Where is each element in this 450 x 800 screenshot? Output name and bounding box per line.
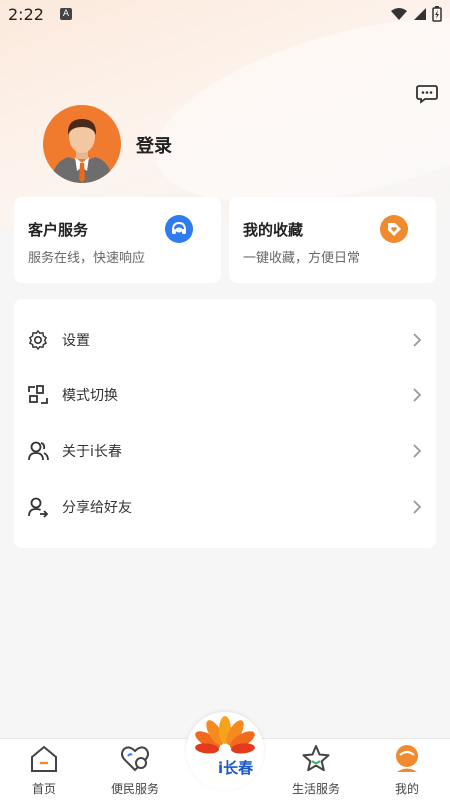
- star-icon: [302, 745, 330, 772]
- tag-heart-icon: [380, 215, 408, 243]
- nav-label: 生活服务: [291, 782, 340, 796]
- people-icon: [28, 441, 49, 461]
- settings-menu: 设置 模式切换 关于i长春 分享给好友: [14, 299, 436, 548]
- center-brand-button[interactable]: [186, 712, 264, 790]
- battery-icon: [432, 6, 442, 22]
- menu-label: 关于i长春: [62, 444, 122, 460]
- card-title: 我的收藏: [243, 221, 304, 239]
- wifi-icon: [391, 8, 407, 20]
- profile-icon: [396, 745, 418, 772]
- nav-mine[interactable]: 我的: [367, 739, 447, 800]
- menu-item-about[interactable]: 关于i长春: [14, 431, 436, 471]
- favorites-card[interactable]: 我的收藏 一键收藏，方便日常: [229, 197, 436, 283]
- card-subtitle: 一键收藏，方便日常: [243, 251, 361, 266]
- login-link[interactable]: 登录: [136, 132, 172, 158]
- flower-logo-icon: [195, 716, 255, 754]
- nav-convenience[interactable]: 便民服务: [95, 739, 175, 800]
- nav-label: 我的: [394, 782, 419, 796]
- menu-label: 模式切换: [62, 388, 118, 404]
- nav-label: 首页: [31, 782, 56, 796]
- chevron-right-icon: [413, 333, 422, 347]
- status-icons: [390, 6, 442, 22]
- center-brand-label: i长春: [218, 759, 254, 777]
- menu-item-settings[interactable]: 设置: [14, 320, 436, 360]
- customer-service-card[interactable]: 客户服务 服务在线，快速响应: [14, 197, 221, 283]
- mode-switch-icon: [28, 385, 48, 404]
- menu-item-share[interactable]: 分享给好友: [14, 487, 436, 527]
- avatar[interactable]: [43, 105, 121, 183]
- share-user-icon: [28, 497, 49, 518]
- menu-item-mode-switch[interactable]: 模式切换: [14, 375, 436, 415]
- card-title: 客户服务: [28, 221, 89, 239]
- status-bar: 2:22 A: [0, 0, 450, 28]
- status-time: 2:22: [8, 4, 44, 24]
- nav-life-services[interactable]: 生活服务: [276, 739, 356, 800]
- card-subtitle: 服务在线，快速响应: [28, 251, 146, 266]
- headset-icon: [165, 215, 193, 243]
- message-button[interactable]: [416, 84, 438, 104]
- message-icon: [416, 85, 438, 104]
- heart-hand-icon: [121, 746, 149, 772]
- home-icon: [31, 745, 57, 772]
- menu-label: 分享给好友: [62, 500, 132, 516]
- chevron-right-icon: [413, 500, 422, 514]
- notification-badge: A: [59, 8, 72, 20]
- gear-icon: [28, 329, 48, 351]
- chevron-right-icon: [413, 388, 422, 402]
- nav-label: 便民服务: [110, 782, 159, 796]
- signal-icon: [414, 8, 426, 20]
- avatar-person-icon: [51, 119, 113, 183]
- nav-home[interactable]: 首页: [4, 739, 84, 800]
- chevron-right-icon: [413, 444, 422, 458]
- menu-label: 设置: [62, 333, 90, 349]
